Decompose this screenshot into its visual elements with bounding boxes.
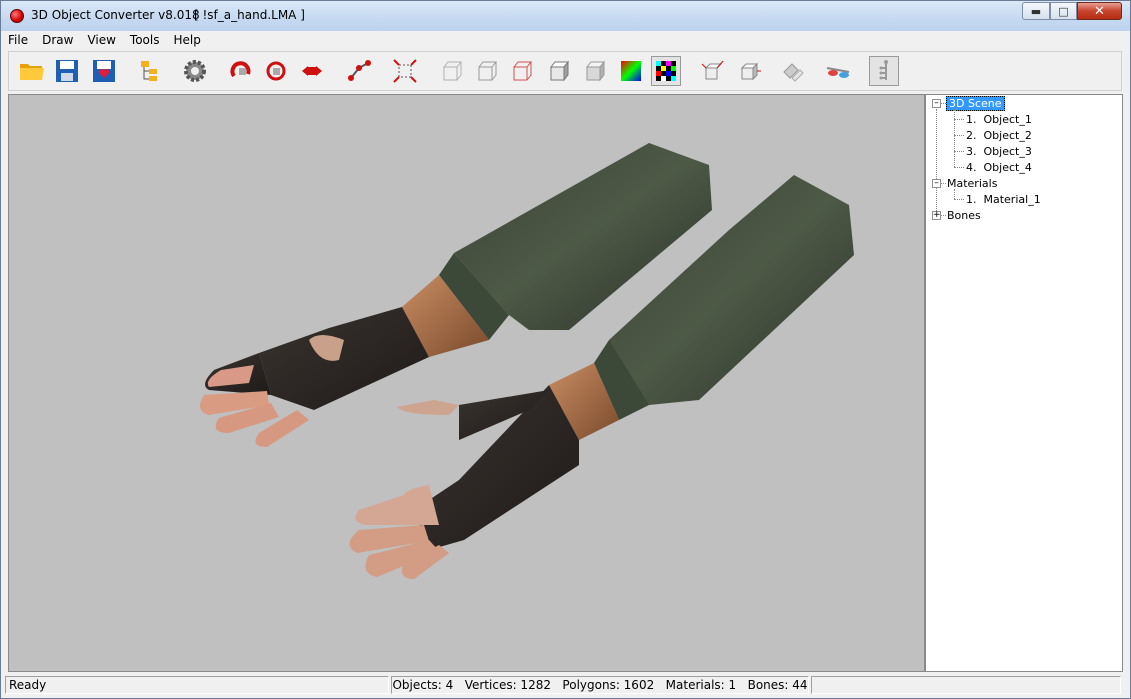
menu-bar: File Draw View Tools Help [1, 31, 1130, 51]
tree-object-name: Object_4 [983, 161, 1032, 174]
close-icon: ✕ [1094, 3, 1105, 19]
settings-gear-icon [184, 60, 206, 82]
box-axis-icon [740, 62, 761, 81]
flat-shaded-box-icon [549, 60, 570, 82]
title-bar[interactable]: 3D Object Converter v8.018 [ !sf_a_hand.… [1, 1, 1130, 31]
status-extra [811, 676, 1121, 694]
tree-line [941, 183, 946, 185]
tree-line [954, 135, 964, 137]
mirror-button[interactable] [778, 56, 808, 86]
tree-line [954, 167, 964, 169]
normals-button[interactable] [698, 56, 728, 86]
app-icon[interactable] [10, 9, 24, 23]
3d-model-render [200, 143, 854, 579]
wireframe-red-button[interactable] [507, 56, 537, 86]
rotate-free-button[interactable] [261, 56, 291, 86]
maximize-button[interactable]: □ [1050, 2, 1077, 20]
menu-file[interactable]: File [1, 31, 35, 51]
collapse-icon[interactable]: – [932, 99, 941, 108]
move-button[interactable] [297, 56, 327, 86]
tree-node-object-3[interactable]: 3. Object_3 [966, 144, 1032, 160]
tree-object-num: 1. [966, 113, 977, 126]
tree-node-object-1[interactable]: 1. Object_1 [966, 112, 1032, 128]
tree-node-bones[interactable]: Bones [947, 208, 981, 224]
glasses-button[interactable] [823, 56, 853, 86]
tree-node-object-2[interactable]: 2. Object_2 [966, 128, 1032, 144]
tree-line [954, 119, 964, 121]
scene-tree-icon [141, 61, 157, 81]
tree-line [954, 109, 956, 167]
tree-material-name: Material_1 [983, 193, 1041, 206]
minimize-icon: ▬ [1030, 4, 1042, 18]
status-stats: Objects: 4 Vertices: 1282 Polygons: 1602… [391, 676, 809, 694]
tree-material-num: 1. [966, 193, 977, 206]
tree-object-name: Object_3 [983, 145, 1032, 158]
zoom-button[interactable] [390, 56, 420, 86]
tree-object-num: 2. [966, 129, 977, 142]
save-as-button[interactable] [89, 56, 119, 86]
glasses-icon [826, 67, 850, 78]
tree-object-num: 4. [966, 161, 977, 174]
scene-tree-panel[interactable]: – 3D Scene 1. Object_1 2. Object_2 3. Ob… [925, 94, 1123, 672]
maximize-icon: □ [1058, 4, 1069, 18]
texture-button[interactable] [651, 56, 681, 86]
settings-button[interactable] [180, 56, 210, 86]
wireframe-button[interactable] [437, 56, 467, 86]
scene-tree-button[interactable] [134, 56, 164, 86]
smooth-shaded-button[interactable] [580, 56, 610, 86]
zoom-icon [393, 59, 417, 83]
menu-view[interactable]: View [80, 31, 122, 51]
color-shaded-button[interactable] [616, 56, 646, 86]
rotate-button[interactable] [226, 56, 256, 86]
app-window: 3D Object Converter v8.018 [ !sf_a_hand.… [0, 0, 1131, 699]
tree-line [954, 189, 956, 199]
open-button[interactable] [17, 56, 47, 86]
wireframe-2-button[interactable] [472, 56, 502, 86]
tree-object-num: 3. [966, 145, 977, 158]
save-as-icon [93, 60, 115, 82]
smooth-shaded-box-icon [585, 60, 606, 82]
menu-draw[interactable]: Draw [35, 31, 80, 51]
color-cube-icon [621, 61, 641, 81]
open-folder-icon [20, 64, 44, 80]
3d-viewport[interactable] [8, 94, 925, 672]
wireframe-box-red-icon [513, 61, 533, 81]
move-icon [302, 66, 322, 76]
flat-shaded-button[interactable] [544, 56, 574, 86]
tree-object-name: Object_1 [983, 113, 1032, 126]
menu-help[interactable]: Help [166, 31, 207, 51]
normals-box-icon [701, 60, 724, 80]
tree-node-material-1[interactable]: 1. Material_1 [966, 192, 1041, 208]
pan-icon [348, 60, 371, 81]
box-axis-button[interactable] [734, 56, 764, 86]
bones-icon [879, 60, 888, 80]
rotate-free-icon [266, 61, 286, 81]
save-icon [56, 60, 78, 82]
tree-line [936, 109, 938, 217]
rotate-icon [230, 61, 251, 78]
mirror-icon [783, 63, 804, 82]
tree-line [954, 199, 964, 201]
texture-checker-icon [656, 61, 676, 81]
status-ready: Ready [5, 676, 389, 694]
app-title: 3D Object Converter v8.018 [31, 8, 200, 22]
menu-tools[interactable]: Tools [123, 31, 167, 51]
minimize-button[interactable]: ▬ [1022, 2, 1050, 20]
wireframe-box-icon [443, 61, 463, 81]
file-title: [ !sf_a_hand.LMA ] [194, 8, 305, 22]
tree-line [941, 215, 946, 217]
close-button[interactable]: ✕ [1077, 2, 1122, 20]
tree-line [954, 151, 964, 153]
bones-button[interactable] [869, 56, 899, 86]
toolbar [8, 51, 1122, 91]
pan-button[interactable] [345, 56, 375, 86]
status-bar: Ready Objects: 4 Vertices: 1282 Polygons… [1, 674, 1130, 698]
collapse-icon[interactable]: – [932, 179, 941, 188]
expand-icon[interactable]: + [932, 211, 941, 220]
wireframe-box-2-icon [478, 61, 498, 81]
save-button[interactable] [52, 56, 82, 86]
tree-object-name: Object_2 [983, 129, 1032, 142]
tree-node-object-4[interactable]: 4. Object_4 [966, 160, 1032, 176]
